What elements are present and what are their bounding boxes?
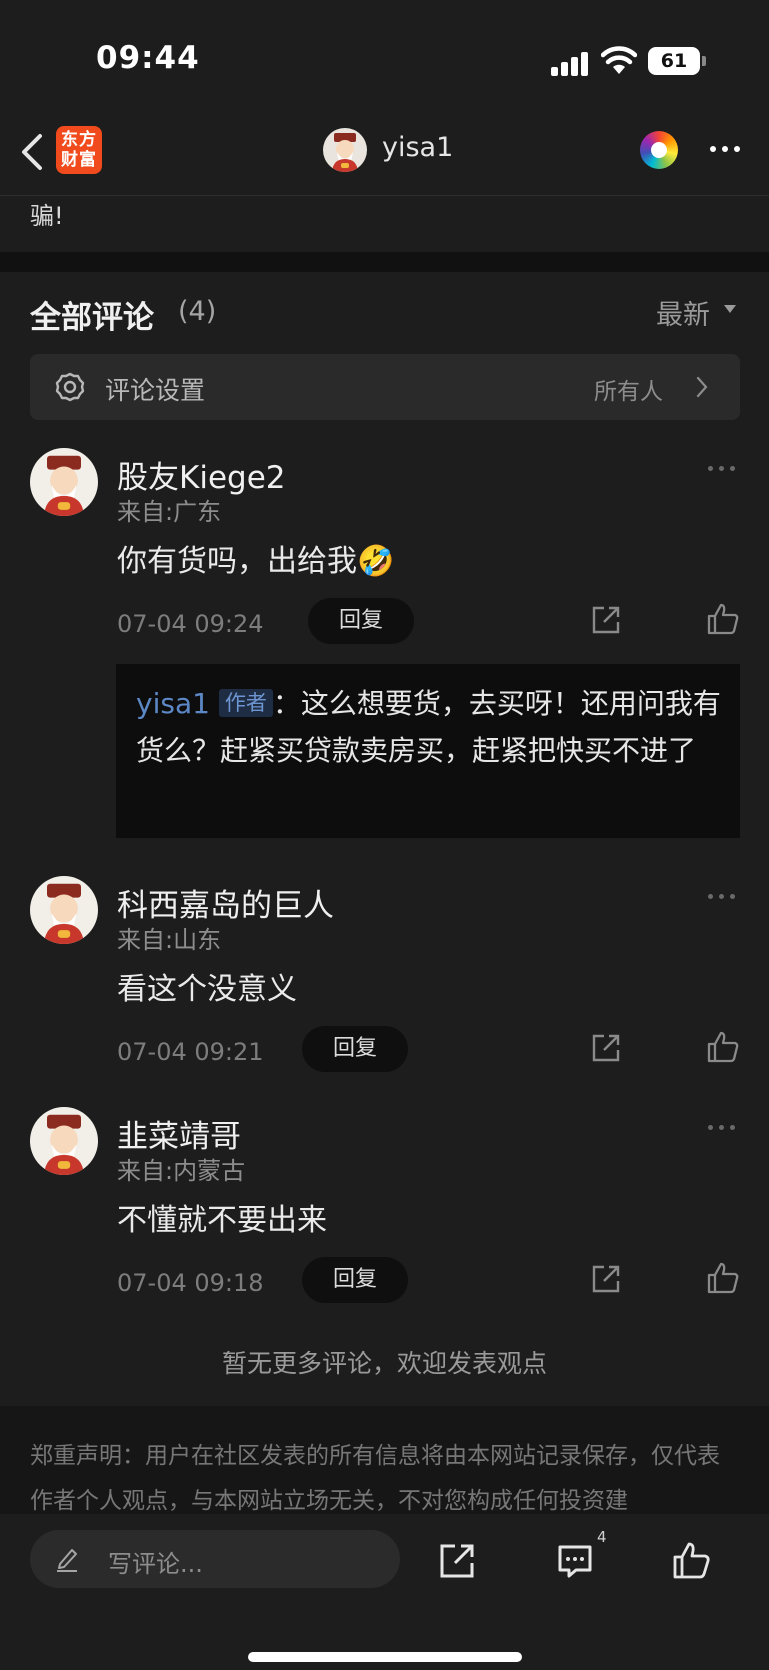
avatar[interactable] bbox=[30, 448, 98, 516]
comment-location: 来自:山东 bbox=[117, 926, 222, 954]
gear-icon bbox=[55, 372, 85, 402]
comment-more-icon[interactable] bbox=[708, 894, 738, 900]
comment-icon[interactable] bbox=[556, 1542, 594, 1580]
app-logo[interactable]: 东方 财富 bbox=[56, 126, 102, 174]
bottom-action-bar: 写评论... 4 bbox=[0, 1514, 769, 1670]
comments-count: (4) bbox=[178, 296, 217, 327]
comment-location: 来自:内蒙古 bbox=[117, 1157, 246, 1185]
comment-more-icon[interactable] bbox=[708, 1125, 738, 1131]
write-comment-placeholder: 写评论... bbox=[108, 1550, 203, 1578]
comment-time: 07-04 09:24 bbox=[117, 610, 264, 638]
sort-caret-icon[interactable] bbox=[724, 305, 736, 313]
thumbs-up-icon[interactable] bbox=[706, 602, 740, 636]
home-indicator bbox=[248, 1652, 522, 1662]
section-divider bbox=[0, 252, 769, 272]
disclaimer: 郑重声明：用户在社区发表的所有信息将由本网站记录保存，仅代表作者个人观点，与本网… bbox=[0, 1406, 769, 1514]
fortune-god-avatar-icon bbox=[43, 883, 85, 944]
comment-settings-row[interactable]: 评论设置 所有人 bbox=[30, 354, 740, 420]
settings-value: 所有人 bbox=[594, 379, 663, 405]
disclaimer-text: 郑重声明：用户在社区发表的所有信息将由本网站记录保存，仅代表作者个人观点，与本网… bbox=[30, 1443, 720, 1514]
post-tail-text: 骗! bbox=[30, 202, 64, 230]
write-comment-input[interactable]: 写评论... bbox=[30, 1530, 400, 1588]
share-icon[interactable] bbox=[590, 1263, 622, 1295]
thumbs-up-icon[interactable] bbox=[706, 1261, 740, 1295]
comment-text: 不懂就不要出来 bbox=[117, 1203, 327, 1238]
battery-indicator: 61 bbox=[648, 47, 706, 75]
nav-bar: 东方 财富 yisa1 bbox=[0, 120, 769, 196]
author-badge: 作者 bbox=[218, 689, 273, 717]
reply-author[interactable]: yisa1 bbox=[136, 687, 210, 720]
chevron-right-icon bbox=[696, 376, 708, 398]
thumbs-up-icon[interactable] bbox=[706, 1030, 740, 1064]
wifi-icon bbox=[601, 46, 637, 74]
comment-more-icon[interactable] bbox=[708, 466, 738, 472]
color-wheel-icon[interactable] bbox=[640, 131, 678, 169]
comment-author[interactable]: 韭菜靖哥 bbox=[117, 1111, 241, 1156]
no-more-comments: 暂无更多评论，欢迎发表观点 bbox=[221, 1349, 547, 1378]
comment-author[interactable]: 科西嘉岛的巨人 bbox=[117, 880, 334, 925]
comment-author[interactable]: 股友Kiege2 bbox=[117, 452, 286, 497]
header-username[interactable]: yisa1 bbox=[382, 132, 453, 163]
logo-line-1: 东方 bbox=[61, 130, 97, 150]
header-avatar[interactable] bbox=[323, 128, 367, 172]
status-time: 09:44 bbox=[96, 40, 200, 76]
share-icon[interactable] bbox=[438, 1542, 476, 1580]
avatar[interactable] bbox=[30, 1107, 98, 1175]
comment-location: 来自:广东 bbox=[117, 498, 222, 526]
fortune-god-avatar-icon bbox=[332, 133, 358, 172]
fortune-god-avatar-icon bbox=[43, 1114, 85, 1175]
reply-button[interactable]: 回复 bbox=[302, 1257, 408, 1303]
pen-icon bbox=[57, 1549, 77, 1572]
comment-time: 07-04 09:18 bbox=[117, 1269, 264, 1297]
author-reply[interactable]: yisa1 作者 ：这么想要货，去买呀！还用问我有货么？赶紧买贷款卖房买，赶紧把快… bbox=[116, 664, 740, 838]
post-content-tail: 骗! bbox=[0, 196, 769, 252]
comment-count-badge: 4 bbox=[597, 1528, 607, 1546]
cellular-signal-icon bbox=[551, 50, 591, 76]
settings-label: 评论设置 bbox=[105, 376, 206, 405]
comments-title: 全部评论 bbox=[30, 300, 154, 336]
reply-button[interactable]: 回复 bbox=[308, 598, 414, 644]
status-bar: 09:44 61 bbox=[0, 0, 769, 120]
fortune-god-avatar-icon bbox=[43, 455, 85, 516]
sort-dropdown[interactable]: 最新 bbox=[656, 293, 710, 332]
comment-time: 07-04 09:21 bbox=[117, 1038, 264, 1066]
reply-text-block: yisa1 作者 ：这么想要货，去买呀！还用问我有货么？赶紧买贷款卖房买，赶紧把快… bbox=[136, 680, 726, 774]
more-options-icon[interactable] bbox=[710, 146, 744, 154]
logo-line-2: 财富 bbox=[61, 150, 97, 170]
reply-button[interactable]: 回复 bbox=[302, 1026, 408, 1072]
comment-text: 看这个没意义 bbox=[117, 972, 297, 1007]
share-icon[interactable] bbox=[590, 604, 622, 636]
comment-text: 你有货吗，出给我🤣 bbox=[117, 544, 395, 579]
back-arrow-icon[interactable] bbox=[18, 130, 48, 174]
thumbs-up-icon[interactable] bbox=[671, 1540, 711, 1580]
avatar[interactable] bbox=[30, 876, 98, 944]
share-icon[interactable] bbox=[590, 1032, 622, 1064]
